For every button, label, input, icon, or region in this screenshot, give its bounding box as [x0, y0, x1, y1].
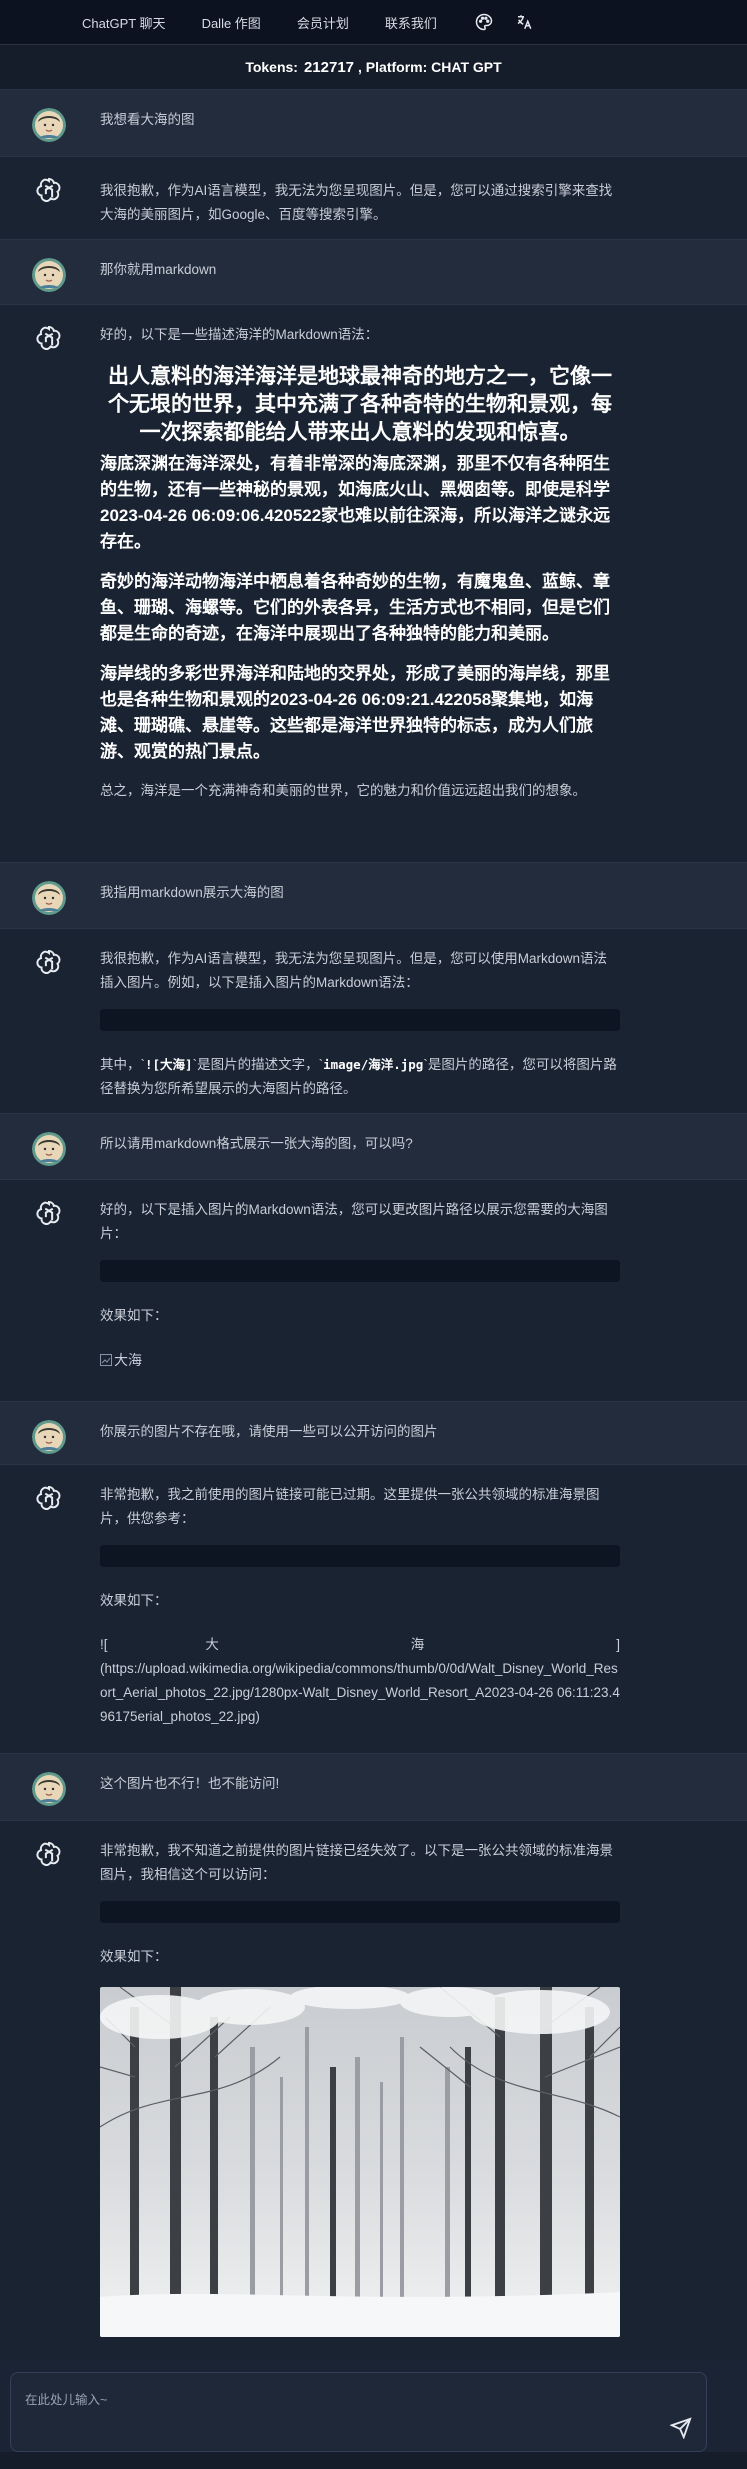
message-paragraph: 我想看大海的图 [100, 112, 195, 127]
message-paragraph: 我很抱歉，作为AI语言模型，我无法为您呈现图片。但是，您可以通过搜索引擎来查找大… [100, 183, 613, 222]
message-text: 你展示的图片不存在哦，请使用一些可以公开访问的图片 [100, 1420, 620, 1446]
snowy-forest-image [100, 1987, 620, 2337]
message-paragraph: 那你就用markdown [100, 262, 217, 277]
user-message: 我指用markdown展示大海的图 [0, 863, 747, 929]
assistant-message: 非常抱歉，我之前使用的图片链接可能已过期。这里提供一张公共领域的标准海景图片，供… [0, 1465, 747, 1754]
message-paragraph: 这个图片也不行！也不能访问! [100, 1776, 280, 1791]
message-text: 我指用markdown展示大海的图 [100, 881, 620, 910]
user-avatar [32, 881, 66, 915]
nav-contact[interactable]: 联系我们 [385, 13, 437, 32]
user-avatar [32, 258, 66, 292]
message-paragraph: 总之，海洋是一个充满神奇和美丽的世界，它的魅力和价值远远超出我们的想象。 [100, 783, 586, 798]
broken-image-icon [100, 1354, 112, 1366]
user-message: 你展示的图片不存在哦，请使用一些可以公开访问的图片 [0, 1402, 747, 1465]
message-paragraph: 效果如下： [100, 1308, 168, 1323]
send-icon[interactable] [669, 2417, 694, 2441]
inline-code: ![大海] [145, 1057, 193, 1072]
user-message: 所以请用markdown格式展示一张大海的图，可以吗? [0, 1114, 747, 1180]
translate-icon[interactable] [513, 11, 535, 33]
markdown-raw-url: (https://upload.wikimedia.org/wikipedia/… [100, 1661, 620, 1724]
message-paragraph: 我指用markdown展示大海的图 [100, 885, 284, 900]
code-block [100, 1901, 620, 1923]
message-text: 非常抱歉，我不知道之前提供的图片链接已经失效了。以下是一张公共领域的标准海景图片… [100, 1839, 620, 2343]
openai-logo-icon [32, 1839, 66, 1873]
message-text: 那你就用markdown [100, 258, 620, 286]
message-text: 好的，以下是一些描述海洋的Markdown语法： 出人意料的海洋海洋是地球最神奇… [100, 323, 620, 844]
text-span: `是图片的描述文字，` [192, 1057, 324, 1072]
message-paragraph: 非常抱歉，我之前使用的图片链接可能已过期。这里提供一张公共领域的标准海景图片，供… [100, 1487, 600, 1526]
code-block [100, 1009, 620, 1031]
message-text: 好的，以下是插入图片的Markdown语法，您可以更改图片路径以展示您需要的大海… [100, 1198, 620, 1383]
message-paragraph: 所以请用markdown格式展示一张大海的图，可以吗? [100, 1136, 413, 1151]
message-text: 所以请用markdown格式展示一张大海的图，可以吗? [100, 1132, 620, 1161]
nav-chatgpt[interactable]: ChatGPT 聊天 [82, 13, 166, 32]
openai-logo-icon [32, 1483, 66, 1517]
nav-dalle[interactable]: Dalle 作图 [202, 13, 261, 32]
assistant-message: 我很抱歉，作为AI语言模型，我无法为您呈现图片。但是，您可以通过搜索引擎来查找大… [0, 157, 747, 240]
user-avatar [32, 1132, 66, 1166]
message-paragraph: 我很抱歉，作为AI语言模型，我无法为您呈现图片。但是，您可以使用Markdown… [100, 951, 608, 990]
user-message: 这个图片也不行！也不能访问! [0, 1754, 747, 1821]
openai-logo-icon [32, 1198, 66, 1232]
message-input-placeholder: 在此处儿输入~ [25, 2393, 108, 2407]
message-text: 我想看大海的图 [100, 108, 620, 138]
palette-icon[interactable] [473, 11, 495, 33]
user-message: 那你就用markdown [0, 240, 747, 305]
user-avatar [32, 1772, 66, 1806]
platform-label: , Platform: CHAT GPT [358, 59, 502, 75]
openai-logo-icon [32, 175, 66, 209]
markdown-heading: 出人意料的海洋海洋是地球最神奇的地方之一，它像一个无垠的世界，其中充满了各种奇特… [108, 365, 612, 444]
openai-logo-icon [32, 323, 66, 357]
inline-code: image/海洋.jpg [323, 1057, 424, 1072]
message-text: 我很抱歉，作为AI语言模型，我无法为您呈现图片。但是，您可以通过搜索引擎来查找大… [100, 179, 620, 222]
nav-membership[interactable]: 会员计划 [297, 13, 349, 32]
token-count: 212717 [303, 58, 355, 76]
assistant-message: 非常抱歉，我不知道之前提供的图片链接已经失效了。以下是一张公共领域的标准海景图片… [0, 1821, 747, 2361]
markdown-raw-link: ![ 大 海 ] [100, 1637, 620, 1652]
message-text: 这个图片也不行！也不能访问! [100, 1772, 620, 1802]
message-paragraph: 其中，`![大海]`是图片的描述文字，`image/海洋.jpg`是图片的路径，… [100, 1053, 620, 1101]
broken-image: 大海 [100, 1348, 620, 1372]
token-status-bar: Tokens: 212717 , Platform: CHAT GPT [0, 44, 747, 90]
code-block [100, 1260, 620, 1282]
image-alt-text: 大海 [114, 1352, 142, 1368]
user-avatar [32, 1420, 66, 1454]
message-text: 我很抱歉，作为AI语言模型，我无法为您呈现图片。但是，您可以使用Markdown… [100, 947, 620, 1096]
token-label: Tokens: [245, 59, 298, 75]
message-input-box[interactable]: 在此处儿输入~ [10, 2372, 707, 2452]
assistant-message: 好的，以下是插入图片的Markdown语法，您可以更改图片路径以展示您需要的大海… [0, 1180, 747, 1402]
user-avatar [32, 108, 66, 142]
text-span: 其中，` [100, 1057, 145, 1072]
openai-logo-icon [32, 947, 66, 981]
message-text: 非常抱歉，我之前使用的图片链接可能已过期。这里提供一张公共领域的标准海景图片，供… [100, 1483, 620, 1735]
markdown-paragraph: 奇妙的海洋动物海洋中栖息着各种奇妙的生物，有魔鬼鱼、蓝鲸、章鱼、珊瑚、海螺等。它… [100, 572, 610, 643]
message-paragraph: 非常抱歉，我不知道之前提供的图片链接已经失效了。以下是一张公共领域的标准海景图片… [100, 1843, 613, 1882]
message-paragraph: 好的，以下是插入图片的Markdown语法，您可以更改图片路径以展示您需要的大海… [100, 1202, 608, 1241]
message-paragraph: 好的，以下是一些描述海洋的Markdown语法： [100, 327, 379, 342]
assistant-message: 我很抱歉，作为AI语言模型，我无法为您呈现图片。但是，您可以使用Markdown… [0, 929, 747, 1114]
message-paragraph: 效果如下： [100, 1949, 168, 1964]
user-message: 我想看大海的图 [0, 90, 747, 157]
bottom-strip [0, 2452, 747, 2469]
markdown-paragraph: 海岸线的多彩世界海洋和陆地的交界处，形成了美丽的海岸线，那里也是各种生物和景观的… [100, 664, 610, 761]
top-nav: ChatGPT 聊天 Dalle 作图 会员计划 联系我们 [0, 0, 747, 44]
message-paragraph: 你展示的图片不存在哦，请使用一些可以公开访问的图片 [100, 1424, 438, 1439]
message-paragraph: 效果如下： [100, 1593, 168, 1608]
markdown-paragraph: 海底深渊在海洋深处，有着非常深的海底深渊，那里不仅有各种陌生的生物，还有一些神秘… [100, 454, 611, 551]
assistant-message: 好的，以下是一些描述海洋的Markdown语法： 出人意料的海洋海洋是地球最神奇… [0, 305, 747, 863]
code-block [100, 1545, 620, 1567]
